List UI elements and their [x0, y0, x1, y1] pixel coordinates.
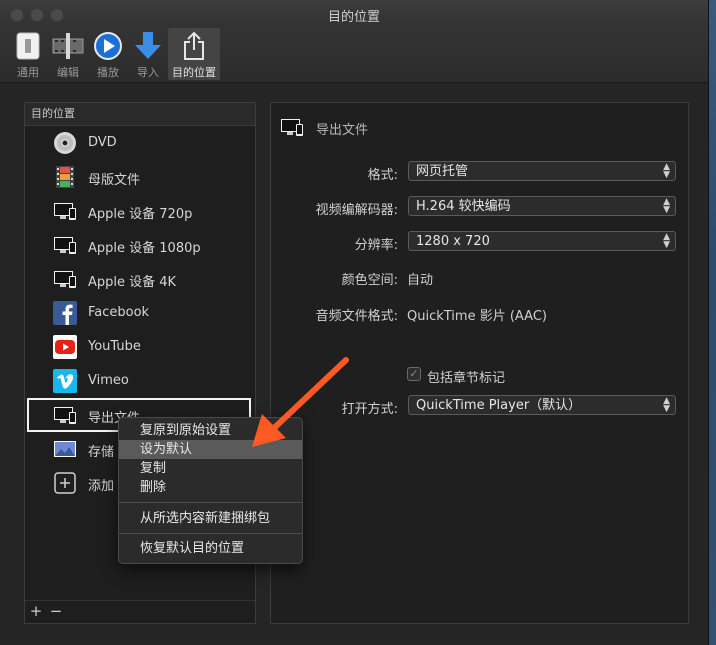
- destinations-pane: 目的位置 DVD 母版文件 Apple 设备 720p Apple 设备 108…: [0, 83, 708, 645]
- destination-title: 导出文件: [316, 123, 369, 138]
- youtube-icon: [53, 335, 77, 359]
- film-strip-icon: [56, 166, 74, 188]
- menu-item-duplicate[interactable]: 复制: [119, 459, 302, 478]
- stepper-arrows-icon: ▲ ▼: [663, 232, 670, 250]
- title-bar: 目的位置: [0, 0, 708, 29]
- menu-item-set-as-default[interactable]: 设为默认: [119, 440, 302, 459]
- switch-icon: [16, 32, 40, 60]
- destination-item-vimeo[interactable]: Vimeo: [25, 364, 255, 398]
- play-icon: [94, 32, 122, 60]
- window-title: 目的位置: [327, 10, 380, 25]
- menu-item-delete[interactable]: 删除: [119, 478, 302, 497]
- chapters-row: ✓ 包括章节标记: [271, 364, 688, 386]
- open-with-select[interactable]: QuickTime Player（默认） ▲ ▼: [408, 395, 676, 415]
- menu-item-restore-default-destinations[interactable]: 恢复默认目的位置: [119, 539, 302, 558]
- destination-item-apple-720p[interactable]: Apple 设备 720p: [25, 194, 255, 228]
- destination-item-apple-4k[interactable]: Apple 设备 4K: [25, 262, 255, 296]
- dvd-disc-icon: [54, 132, 76, 154]
- facebook-icon: [53, 301, 77, 325]
- include-chapters-checkbox[interactable]: ✓: [407, 367, 421, 381]
- codec-row: 视频编解码器: H.264 较快编码 ▲ ▼: [271, 196, 688, 218]
- destination-item-master-file[interactable]: 母版文件: [25, 160, 255, 194]
- tab-playback[interactable]: 播放: [88, 28, 128, 80]
- include-chapters-label: 包括章节标记: [427, 371, 506, 386]
- destination-list-footer: + −: [25, 600, 255, 623]
- audio-format-row: 音频文件格式: QuickTime 影片 (AAC): [271, 302, 688, 324]
- stepper-arrows-icon: ▲ ▼: [663, 162, 670, 180]
- preferences-toolbar: 通用 编辑 播放 导入 目的位置: [0, 28, 708, 83]
- import-arrow-icon: [135, 32, 161, 59]
- format-select[interactable]: 网页托管 ▲ ▼: [408, 161, 676, 181]
- film-edit-icon: [52, 33, 84, 59]
- tab-editing[interactable]: 编辑: [48, 28, 88, 80]
- open-with-row: 打开方式: QuickTime Player（默认） ▲ ▼: [271, 395, 688, 417]
- menu-separator: [119, 533, 302, 534]
- menu-item-new-bundle[interactable]: 从所选内容新建捆绑包: [119, 509, 302, 528]
- resolution-select[interactable]: 1280 x 720 ▲ ▼: [408, 231, 676, 251]
- devices-icon: [54, 271, 76, 288]
- destination-list-header: 目的位置: [25, 103, 255, 126]
- video-codec-select[interactable]: H.264 较快编码 ▲ ▼: [408, 196, 676, 216]
- devices-icon: [54, 407, 76, 424]
- destination-item-facebook[interactable]: Facebook: [25, 296, 255, 330]
- destination-item-dvd[interactable]: DVD: [25, 126, 255, 160]
- color-space-value: 自动: [407, 273, 434, 288]
- resolution-row: 分辨率: 1280 x 720 ▲ ▼: [271, 231, 688, 253]
- share-icon: [184, 31, 204, 60]
- vimeo-icon: [53, 369, 77, 393]
- tab-import[interactable]: 导入: [128, 28, 168, 80]
- desktop-background: [708, 0, 716, 645]
- stepper-arrows-icon: ▲ ▼: [663, 396, 670, 414]
- devices-icon: [54, 203, 76, 220]
- destination-item-youtube[interactable]: YouTube: [25, 330, 255, 364]
- add-destination-button[interactable]: +: [28, 602, 44, 620]
- stepper-arrows-icon: ▲ ▼: [663, 197, 670, 215]
- add-icon: [54, 472, 76, 494]
- menu-item-revert-to-original[interactable]: 复原到原始设置: [119, 421, 302, 440]
- devices-icon: [281, 119, 303, 136]
- devices-icon: [54, 237, 76, 254]
- format-row: 格式: 网页托管 ▲ ▼: [271, 161, 688, 183]
- preferences-window: 目的位置 通用 编辑 播放 导入 目的位置 目的位置 DVD 母版文件 Appl…: [0, 0, 709, 645]
- remove-destination-button[interactable]: −: [48, 602, 64, 620]
- context-menu: 复原到原始设置 设为默认 复制 删除 从所选内容新建捆绑包 恢复默认目的位置: [118, 417, 303, 564]
- audio-format-value: QuickTime 影片 (AAC): [407, 309, 547, 324]
- color-space-row: 颜色空间: 自动: [271, 266, 688, 288]
- image-sequence-icon: [54, 441, 76, 457]
- destination-detail-panel: 导出文件 格式: 网页托管 ▲ ▼ 视频编解码器: H.264 较快编码 ▲ ▼ 分…: [270, 102, 689, 624]
- tab-destinations[interactable]: 目的位置: [168, 28, 220, 80]
- tab-general[interactable]: 通用: [8, 28, 48, 80]
- destination-item-apple-1080p[interactable]: Apple 设备 1080p: [25, 228, 255, 262]
- menu-separator: [119, 502, 302, 503]
